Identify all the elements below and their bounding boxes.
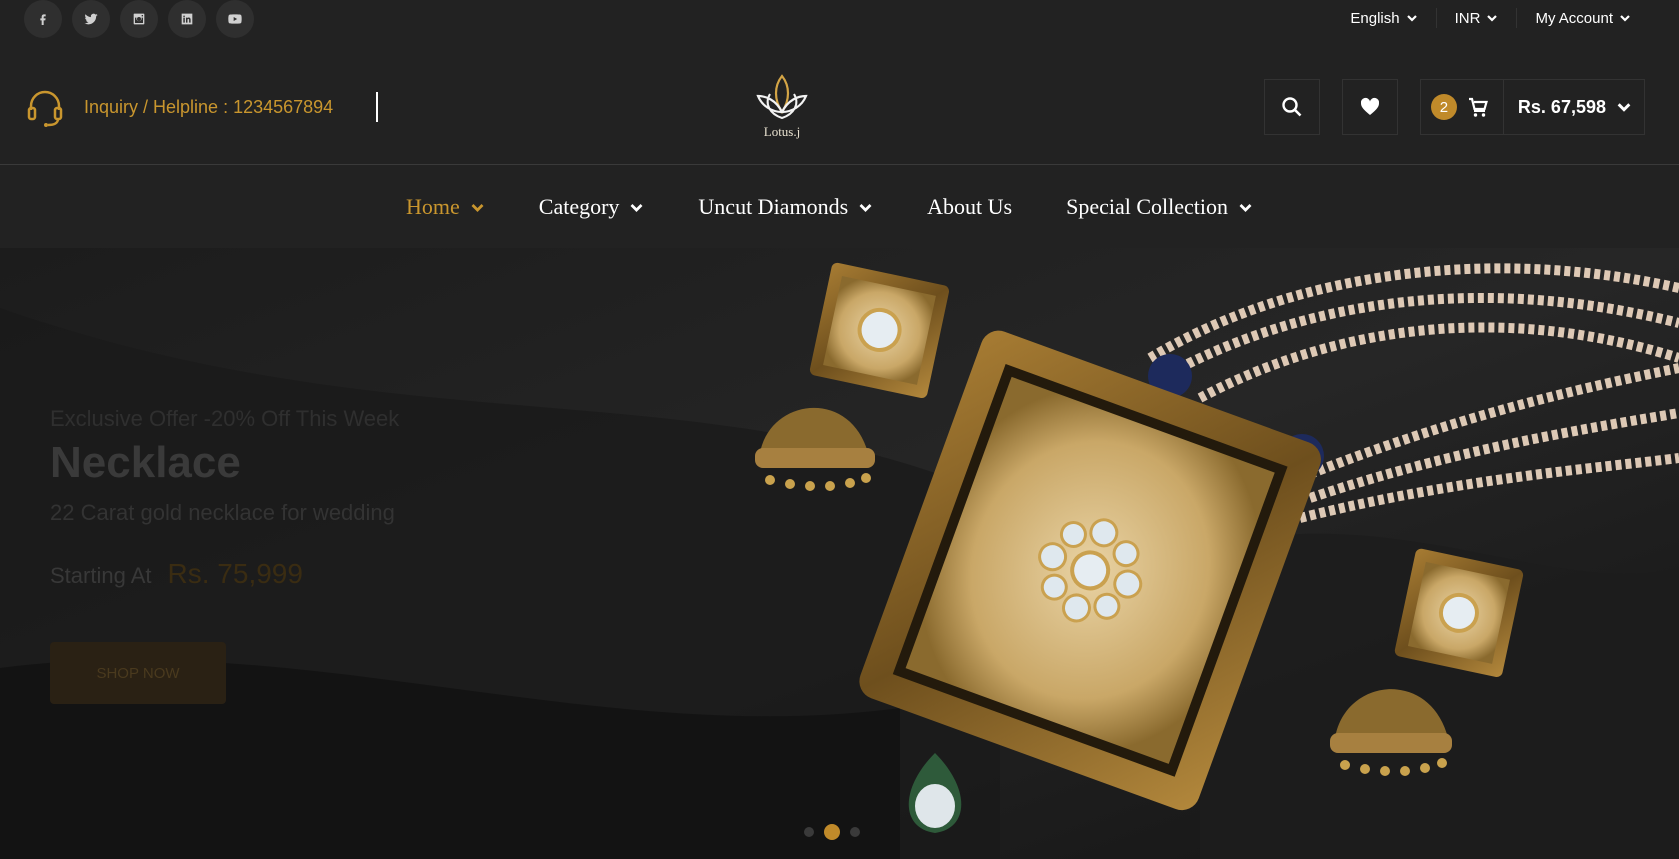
cart-icon [1468,97,1488,117]
hero-price-row: Starting At Rs. 75,999 [50,558,399,590]
chevron-down-icon [1620,15,1630,22]
twitter-icon[interactable] [72,0,110,38]
top-bar: English INR My Account [0,0,1679,38]
search-icon [1282,97,1302,117]
cart-count-badge: 2 [1430,94,1457,120]
hero-price: Rs. 75,999 [167,558,303,589]
nav-item-uncut-diamonds[interactable]: Uncut Diamonds [698,194,873,220]
logo[interactable]: Lotus.j [748,72,816,142]
hero-offer: Exclusive Offer -20% Off This Week [50,406,400,431]
wishlist-button[interactable] [1341,79,1398,135]
chevron-down-icon [1239,203,1252,212]
language-label: English [1350,9,1400,27]
nav-label: About Us [927,194,1013,219]
nav-label: Uncut Diamonds [698,194,849,219]
social-links [24,0,254,38]
nav-item-about-us[interactable]: About Us [927,194,1012,220]
headset-icon [27,90,63,127]
currency-label: INR [1454,9,1481,27]
account-label: My Account [1535,9,1613,27]
cart-separator [1502,79,1504,135]
youtube-icon[interactable] [216,0,254,38]
slider-dots [804,824,860,840]
nav-label: Home [406,194,460,219]
hero-content: Exclusive Offer -20% Off This Week Neckl… [50,406,399,704]
top-right-menu: English INR My Account [1332,8,1649,28]
chevron-down-icon [859,203,872,212]
instagram-icon[interactable] [120,0,158,38]
slider-dot[interactable] [850,827,860,837]
helpline-text[interactable]: Inquiry / Helpline : 1234567894 [84,97,333,118]
cart-button[interactable]: 2 Rs. 67,598 [1419,79,1645,135]
starting-label: Starting At [50,563,152,588]
hero-subtitle: 22 Carat gold necklace for wedding [50,500,395,525]
nav-label: Special Collection [1066,194,1228,219]
logo-text: Lotus.j [763,124,801,139]
chevron-down-icon [471,203,484,212]
divider [376,92,378,122]
main-nav: Home Category Uncut Diamonds About Us Sp… [0,166,1679,248]
chevron-down-icon [1617,103,1631,112]
helpline: Inquiry / Helpline : 1234567894 [24,86,333,128]
facebook-icon[interactable] [24,0,62,38]
lotus-logo-icon [756,74,808,120]
nav-label: Category [538,194,620,219]
search-button[interactable] [1263,79,1320,135]
language-selector[interactable]: English [1332,8,1435,28]
chevron-down-icon [1406,15,1417,22]
hero-title: Necklace [50,438,241,487]
slider-dot[interactable] [804,827,814,837]
chevron-down-icon [1487,15,1498,22]
currency-selector[interactable]: INR [1435,8,1517,28]
shop-now-button[interactable]: SHOP NOW [50,642,226,704]
nav-item-special-collection[interactable]: Special Collection [1066,194,1253,220]
nav-item-home[interactable]: Home [406,194,485,220]
header: Inquiry / Helpline : 1234567894 Lotus.j … [0,38,1679,165]
header-actions: 2 Rs. 67,598 [1263,79,1645,135]
nav-item-category[interactable]: Category [539,194,645,220]
slider-dot-active[interactable] [824,824,840,840]
account-menu[interactable]: My Account [1516,8,1649,28]
linkedin-icon[interactable] [168,0,206,38]
cart-total: Rs. 67,598 [1517,96,1606,117]
heart-icon [1360,97,1380,115]
chevron-down-icon [630,203,643,212]
hero-slider: Exclusive Offer -20% Off This Week Neckl… [0,248,1679,859]
